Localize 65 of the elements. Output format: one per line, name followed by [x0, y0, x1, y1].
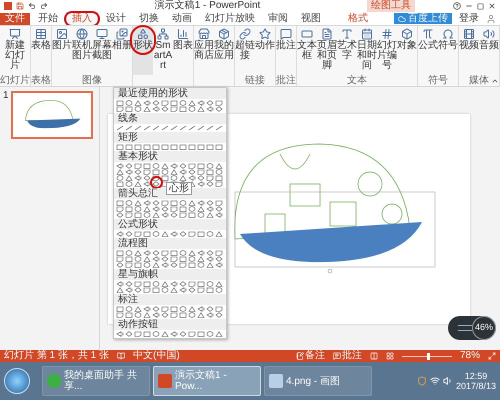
- group-label: 符号: [428, 75, 448, 86]
- zoom-reading: 78%: [460, 350, 480, 362]
- ribbon-tab[interactable]: 切换: [134, 12, 164, 24]
- ribbon-button[interactable]: 艺术字: [337, 26, 357, 75]
- ribbon-button[interactable]: 相册: [112, 26, 132, 75]
- section-header: 公式形状: [114, 219, 226, 230]
- section-header: 动作按钮: [114, 319, 226, 330]
- section-header: 标注: [114, 294, 226, 305]
- section-header: 星与旗帜: [114, 269, 226, 280]
- ribbon-button[interactable]: 幻灯片编号: [377, 26, 397, 75]
- notes-button[interactable]: 备注: [296, 350, 325, 362]
- group-label: 幻灯片: [0, 75, 30, 86]
- ribbon-button[interactable]: 超链接: [235, 26, 255, 75]
- ribbon-tab[interactable]: 插入: [66, 12, 98, 25]
- ribbon-button[interactable]: 联机图片: [72, 26, 92, 75]
- sign-in-link[interactable]: 登录: [459, 12, 479, 24]
- group-label: 链接: [245, 75, 265, 86]
- ribbon-button[interactable]: 应用商店: [194, 26, 214, 75]
- ribbon-button[interactable]: 页眉和页脚: [317, 26, 337, 75]
- slide-info: 幻灯片 第 1 张，共 1 张: [4, 350, 110, 362]
- upload-button[interactable]: 百度上传: [394, 13, 452, 24]
- ribbon-button[interactable]: 新建幻灯片: [5, 26, 25, 75]
- ribbon-tab[interactable]: 审阅: [263, 12, 293, 24]
- ribbon-button[interactable]: 公式: [418, 26, 438, 75]
- slide-number: 1: [3, 91, 9, 103]
- ribbon-button[interactable]: SmartArt: [153, 26, 173, 75]
- section-header: 矩形: [114, 132, 226, 143]
- ribbon-tab[interactable]: 设计: [101, 12, 131, 24]
- comments-button[interactable]: 批注: [332, 350, 362, 362]
- section-header: 基本形状: [114, 151, 226, 162]
- taskbar-item[interactable]: 4.png - 画图: [264, 366, 372, 396]
- ribbon-button[interactable]: 日期和时间: [357, 26, 377, 75]
- ribbon-button[interactable]: 批注: [276, 26, 296, 75]
- group-label: 表格: [31, 75, 51, 86]
- meter-reading: 46%: [472, 316, 496, 340]
- context-tab-label: 绘图工具: [367, 0, 415, 12]
- section-header: 流程图: [114, 238, 226, 249]
- ribbon-button[interactable]: 表格: [31, 26, 51, 75]
- ribbon-tab[interactable]: 文件: [0, 12, 30, 24]
- ribbon-tab[interactable]: 开始: [33, 12, 63, 24]
- language-label[interactable]: 中文(中国): [133, 350, 180, 362]
- ribbon-button[interactable]: 图表: [173, 26, 193, 75]
- group-label: 图像: [82, 75, 102, 86]
- ribbon-button[interactable]: 音频: [479, 26, 499, 75]
- group-label: 媒体: [469, 75, 489, 86]
- ribbon-tab[interactable]: 视图: [296, 12, 326, 24]
- taskbar-item[interactable]: 我的桌面助手 共享...: [42, 366, 150, 396]
- ribbon-tab[interactable]: 动画: [167, 12, 197, 24]
- ribbon-button[interactable]: 符号: [438, 26, 458, 75]
- ribbon-button[interactable]: 视频: [459, 26, 479, 75]
- ribbon-button[interactable]: 动作: [255, 26, 275, 75]
- ribbon-button[interactable]: 图片: [52, 26, 72, 75]
- clock-time: 12:59: [464, 371, 488, 381]
- group-label: 批注: [276, 75, 296, 86]
- ribbon-button[interactable]: 对象: [397, 26, 417, 75]
- ribbon-button[interactable]: 形状: [133, 26, 153, 75]
- section-header: 最近使用的形状: [114, 88, 226, 99]
- ribbon-tab[interactable]: 格式: [343, 12, 373, 24]
- clock-date: 2017/8/13: [456, 381, 496, 391]
- ribbon-button[interactable]: 我的应用: [214, 26, 234, 75]
- ribbon-tab[interactable]: 幻灯片放映: [200, 12, 260, 24]
- section-header: 线条: [114, 113, 226, 124]
- ribbon-button[interactable]: 屏幕截图: [92, 26, 112, 75]
- ribbon-button[interactable]: 文本框: [297, 26, 317, 75]
- group-label: 文本: [347, 75, 367, 86]
